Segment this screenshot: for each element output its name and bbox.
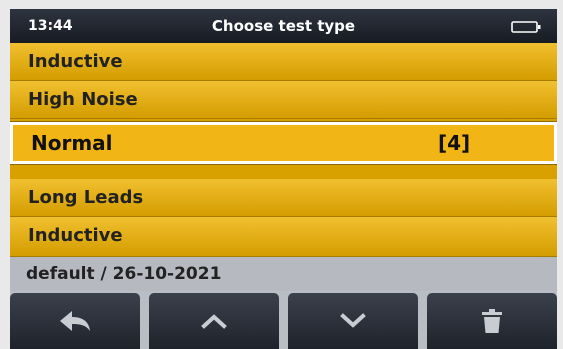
trash-icon — [482, 309, 502, 333]
profile-date: default / 26-10-2021 — [26, 264, 222, 284]
chevron-up-icon — [201, 314, 227, 329]
item-count: [4] — [438, 131, 471, 155]
back-arrow-icon — [60, 311, 90, 331]
footer-info: default / 26-10-2021 — [10, 257, 557, 291]
softkey-bar — [10, 293, 557, 349]
list-item-label: Inductive — [28, 225, 123, 246]
status-bar: 13:44 Choose test type — [10, 9, 557, 43]
screen-title: Choose test type — [211, 17, 356, 35]
scroll-down-button[interactable] — [288, 293, 418, 349]
back-button[interactable] — [10, 293, 140, 349]
test-type-list: Inductive High Noise Normal [4] Long Lea… — [10, 43, 557, 257]
list-item-inductive[interactable]: Inductive — [10, 43, 557, 81]
device-screen: 13:44 Choose test type Inductive High No… — [10, 9, 557, 349]
list-item-long-leads[interactable]: Long Leads — [10, 179, 557, 217]
list-item-label: High Noise — [28, 89, 138, 110]
delete-button[interactable] — [427, 293, 557, 349]
list-item-high-noise[interactable]: High Noise — [10, 81, 557, 119]
list-item-label: Inductive — [28, 51, 123, 72]
chevron-down-icon — [340, 313, 366, 328]
battery-icon — [511, 21, 541, 33]
scroll-up-button[interactable] — [149, 293, 279, 349]
list-item-normal-selected[interactable]: Normal [4] — [10, 122, 557, 164]
list-item-inductive-2[interactable]: Inductive — [10, 217, 557, 257]
list-item-label: Normal — [31, 131, 113, 155]
list-item-label: Long Leads — [28, 187, 144, 208]
